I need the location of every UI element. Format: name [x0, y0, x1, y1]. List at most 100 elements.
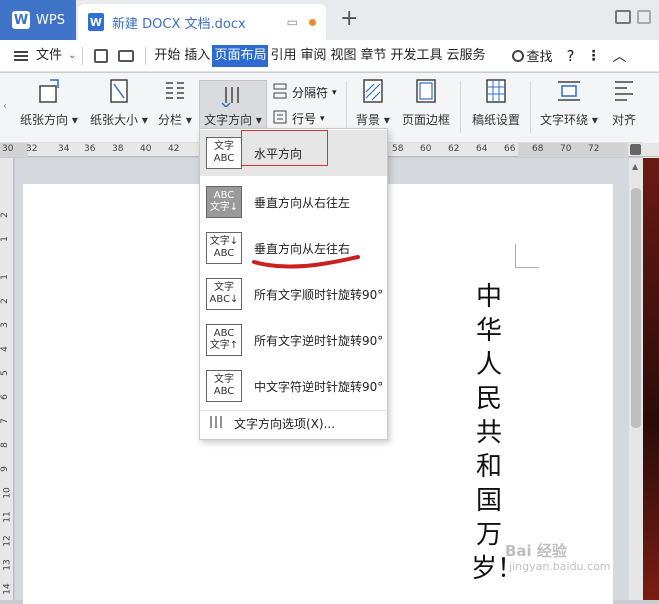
ruler-tick: 60 — [420, 144, 432, 154]
margin-corner-marker — [515, 244, 539, 268]
tab-view[interactable]: 视图 — [328, 45, 358, 67]
page-border-button[interactable]: 页面边框 — [402, 77, 450, 128]
watermark-url: jingyan.baidu.com — [509, 560, 611, 573]
tab-cloud[interactable]: 云服务 — [445, 45, 488, 67]
text-direction-button[interactable]: 文字方向 ▾ — [199, 80, 267, 132]
scrollbar-thumb[interactable] — [631, 188, 641, 428]
ruler-tick: 2 — [0, 298, 10, 304]
ruler-tick: 6 — [0, 394, 10, 400]
highlight-annotation-box — [241, 130, 328, 166]
align-label: 对齐 — [611, 113, 636, 127]
page-border-label: 页面边框 — [402, 113, 451, 127]
line-number-button[interactable]: 行号 ▾ — [272, 109, 325, 128]
menu-item-cjk-rotate-ccw[interactable]: 文字 ABC 中文字符逆时针旋转90° — [200, 363, 387, 409]
search-button[interactable]: 查找 — [511, 46, 553, 65]
chevron-down-icon[interactable]: ⌄ — [68, 50, 76, 61]
monitor-icon[interactable]: ▭ — [287, 15, 298, 29]
separator-button[interactable]: 分隔符 ▾ — [272, 83, 337, 102]
document-tab-title: 新建 DOCX 文档.docx — [112, 16, 246, 32]
text-wrap-button[interactable]: 文字环绕 ▾ — [540, 77, 598, 128]
ruler-tick: 12 — [2, 535, 13, 547]
menu-item-rotate-ccw[interactable]: ABC 文字↑ 所有文字逆时针旋转90° — [200, 317, 387, 363]
cjk-rotate-icon: 文字 ABC — [206, 370, 242, 402]
align-icon — [611, 77, 637, 105]
vertical-ltr-icon: 文字↓ ABC — [206, 232, 242, 264]
docx-file-icon: W — [88, 13, 104, 31]
ruler-tick: 1 — [0, 236, 10, 242]
menu-item-rotate-cw[interactable]: 文字 ABC↓ 所有文字顺时针旋转90° — [200, 271, 387, 317]
text-direction-options-item[interactable]: 文字方向选项(X)... — [208, 414, 335, 433]
tab-start[interactable]: 开始 — [152, 45, 182, 67]
manuscript-grid-icon — [483, 77, 509, 105]
ruler-tick: 72 — [588, 144, 600, 154]
scroll-up-icon[interactable]: ▲ — [632, 162, 638, 171]
collapse-ribbon-icon[interactable]: ︿ — [613, 46, 627, 66]
ruler-tick: 30 — [2, 144, 14, 154]
line-number-icon — [272, 109, 288, 128]
text-wrap-icon — [556, 77, 582, 105]
paper-orientation-button[interactable]: 纸张方向 ▾ — [20, 77, 78, 128]
wps-home-tab[interactable]: W WPS — [0, 0, 76, 40]
file-menu[interactable]: 文件 — [34, 45, 64, 67]
ribbon-divider — [460, 81, 461, 133]
menu-divider — [82, 46, 84, 65]
vertical-text-content[interactable]: 中华人民共和国万岁！ — [471, 280, 523, 586]
tab-references[interactable]: 引用 — [268, 45, 298, 67]
ruler-tick: 62 — [448, 144, 460, 154]
window-button-icon[interactable] — [637, 10, 651, 24]
ruler-tick: 4 — [0, 346, 10, 352]
ruler-tick: 14 — [2, 583, 13, 595]
ribbon-divider — [346, 81, 347, 133]
wps-home-label: WPS — [36, 12, 65, 28]
menu-divider — [145, 46, 147, 65]
help-icon[interactable]: ? — [567, 47, 575, 65]
ruler-tick: 38 — [112, 144, 124, 154]
unsaved-dot-icon — [309, 18, 316, 26]
ruler-toggle-icon[interactable] — [630, 144, 641, 155]
ruler-tick: 5 — [0, 370, 10, 376]
paper-size-icon — [106, 77, 132, 105]
vertical-scrollbar[interactable]: ▲ — [629, 158, 643, 600]
vertical-ruler[interactable]: 2 1 1 2 3 4 5 6 7 8 9 10 11 12 13 14 — [0, 158, 14, 600]
text-wrap-label: 文字环绕 — [540, 113, 589, 127]
ruler-tick: 40 — [140, 144, 152, 154]
more-options-icon[interactable]: ⋮ — [587, 48, 601, 64]
columns-button[interactable]: 分栏 ▾ — [158, 77, 192, 128]
ruler-tick: 68 — [532, 144, 544, 154]
line-number-label: 行号 — [292, 112, 317, 126]
separator-icon — [272, 83, 288, 102]
ribbon-scroll-left-icon[interactable]: ‹ — [3, 101, 7, 112]
save-icon[interactable] — [94, 48, 109, 63]
ruler-tick: 7 — [0, 418, 10, 424]
paper-orientation-icon — [36, 77, 62, 105]
tab-developer[interactable]: 开发工具 — [389, 45, 445, 67]
menu-divider — [200, 410, 387, 411]
tab-section[interactable]: 章节 — [359, 45, 389, 67]
align-button[interactable]: 对齐 — [608, 77, 640, 128]
menu-item-vertical-rtl[interactable]: ABC 文字↓ 垂直方向从右往左 — [200, 179, 387, 225]
text-direction-label: 文字方向 — [204, 113, 253, 127]
background-button[interactable]: 背景 ▾ — [356, 77, 390, 128]
tab-insert[interactable]: 插入 — [182, 45, 212, 67]
menu-bar: 文件 ⌄ 开始 插入 页面布局 引用 审阅 视图 章节 开发工具 云服务 查找 … — [0, 40, 659, 72]
red-underline-annotation — [252, 255, 360, 269]
paper-size-button[interactable]: 纸张大小 ▾ — [90, 77, 148, 128]
tab-page-layout[interactable]: 页面布局 — [212, 44, 269, 67]
baidu-watermark-logo: Bai 经验 — [505, 542, 567, 560]
manuscript-settings-button[interactable]: 稿纸设置 — [472, 77, 520, 128]
tab-review[interactable]: 审阅 — [298, 45, 328, 67]
separator-label: 分隔符 — [292, 86, 329, 100]
wps-logo-icon: W — [12, 11, 30, 29]
new-tab-button[interactable]: + — [340, 6, 358, 31]
ribbon-divider — [530, 81, 531, 133]
print-icon[interactable] — [118, 49, 135, 62]
hamburger-menu-icon[interactable] — [14, 50, 28, 61]
document-tab[interactable]: W 新建 DOCX 文档.docx ▭ — [78, 4, 326, 40]
ruler-tick: 58 — [392, 144, 404, 154]
window-restore-icon[interactable] — [615, 10, 631, 24]
text-direction-icon — [220, 81, 246, 109]
ruler-tick: 2 — [0, 212, 10, 218]
paper-orientation-label: 纸张方向 — [20, 113, 69, 127]
desktop-background — [643, 158, 659, 600]
search-icon — [511, 49, 524, 62]
